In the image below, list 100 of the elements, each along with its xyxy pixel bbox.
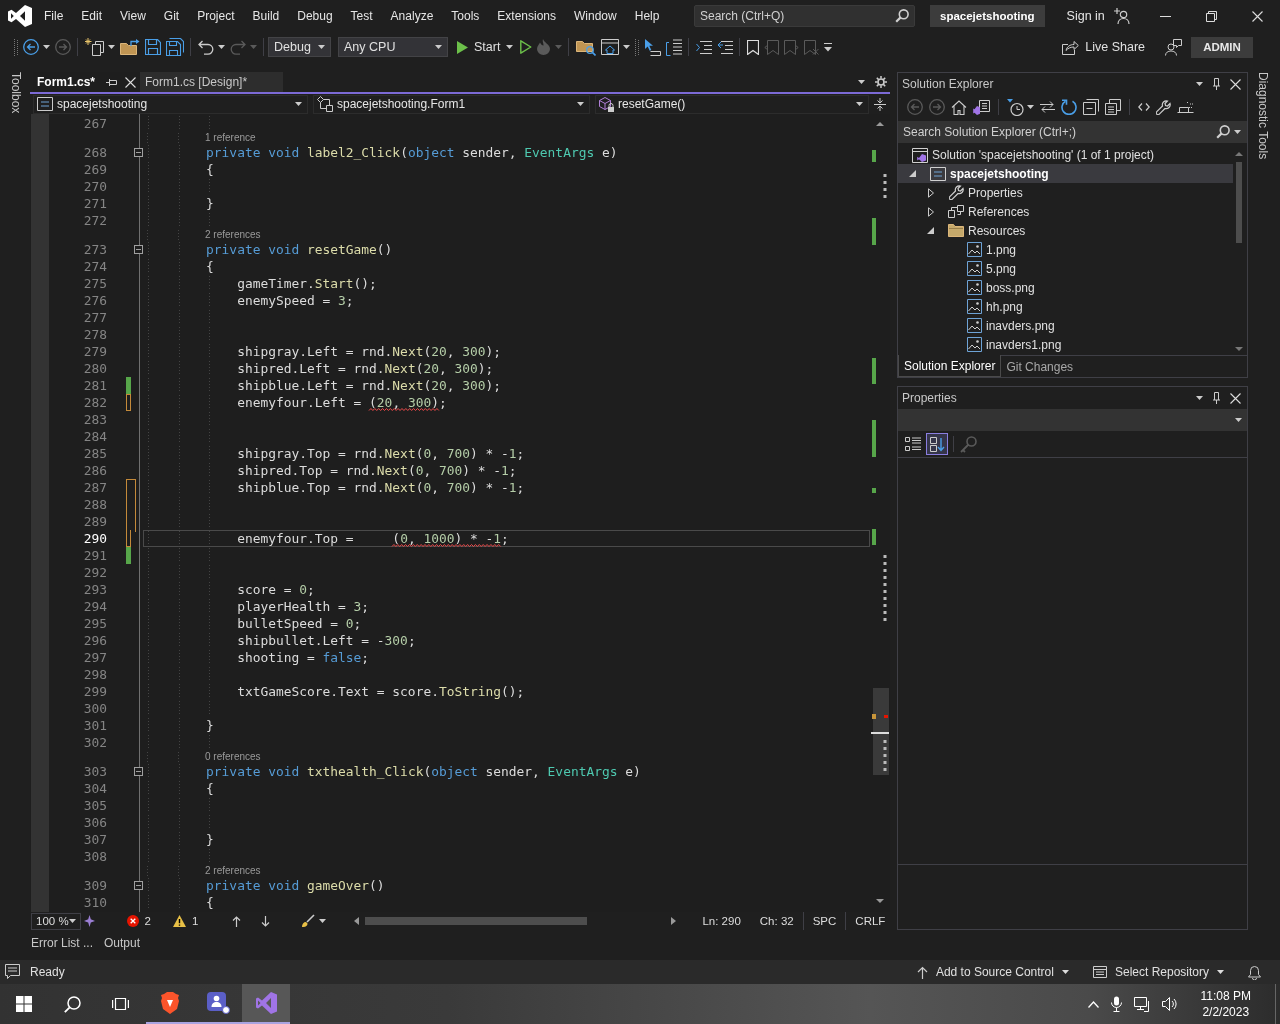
caret-icon[interactable]	[1234, 130, 1241, 134]
side-tab[interactable]: Diagnostic Tools	[1256, 72, 1270, 160]
play-outline-icon[interactable]	[519, 40, 532, 54]
save-icon[interactable]	[144, 39, 161, 55]
menu-item[interactable]: Debug	[288, 5, 342, 27]
dropdown[interactable]: Any CPU	[338, 37, 448, 57]
caret-icon[interactable]	[1217, 970, 1224, 974]
chevron-up-icon[interactable]	[1087, 1000, 1099, 1008]
menu-item[interactable]: Analyze	[381, 5, 443, 27]
window-icon[interactable]	[600, 39, 619, 55]
codelens-link[interactable]: 2 references	[205, 229, 261, 241]
caret-icon[interactable]	[295, 102, 302, 106]
minimize-icon[interactable]	[1159, 15, 1171, 17]
bell-icon[interactable]	[1248, 964, 1261, 980]
menu-item[interactable]: Extensions	[488, 5, 566, 27]
folder-search-icon[interactable]	[575, 38, 596, 56]
menu-item[interactable]: Tools	[442, 5, 489, 27]
search-field[interactable]: Search (Ctrl+Q)	[694, 5, 915, 27]
tree-item[interactable]: Solution 'spacejetshooting' (1 of 1 project)	[898, 145, 1233, 164]
caret-icon[interactable]	[319, 919, 327, 923]
expanded-arrow-icon[interactable]	[909, 170, 916, 177]
code-icon[interactable]	[1138, 103, 1150, 111]
menu-item[interactable]: Git	[154, 5, 189, 27]
close-icon[interactable]	[125, 76, 137, 88]
zoom-dropdown[interactable]: 100 %	[31, 912, 81, 930]
search-field[interactable]: Search Solution Explorer (Ctrl+;)	[898, 121, 1247, 143]
split-icon[interactable]	[874, 97, 886, 111]
bookmark-icon[interactable]	[746, 39, 759, 55]
window-position-caret-icon[interactable]	[1196, 396, 1203, 400]
line-indicator[interactable]: Ln: 290	[702, 915, 741, 927]
side-tab[interactable]: Toolbox	[9, 72, 23, 114]
codelens-link[interactable]: 1 reference	[205, 132, 256, 144]
pin-icon[interactable]	[106, 77, 118, 87]
collapsed-arrow-icon[interactable]	[928, 206, 934, 217]
caret-icon[interactable]	[1235, 418, 1242, 422]
menu-item[interactable]: Edit	[72, 5, 112, 27]
tree-item[interactable]: References	[898, 202, 1233, 221]
window-position-caret-icon[interactable]	[1196, 82, 1203, 86]
settings-icon[interactable]	[875, 76, 887, 88]
warning-count[interactable]: 1	[173, 915, 199, 927]
caret-icon[interactable]	[577, 102, 584, 106]
brush-icon[interactable]	[301, 914, 316, 928]
navigation-dropdown[interactable]: spacejetshooting	[33, 94, 308, 114]
menu-item[interactable]: View	[111, 5, 155, 27]
sparkle-icon[interactable]	[83, 915, 95, 927]
menu-item[interactable]: Build	[243, 5, 289, 27]
tree-item[interactable]: spacejetshooting	[898, 164, 1233, 183]
show-all-files-icon[interactable]	[1105, 99, 1121, 115]
close-icon[interactable]	[1251, 10, 1263, 22]
panel-tab[interactable]: Git Changes	[1001, 356, 1079, 377]
caret-icon[interactable]	[622, 45, 630, 49]
undo-icon[interactable]	[197, 39, 214, 55]
search-icon[interactable]	[63, 995, 81, 1013]
up-arrow-icon[interactable]	[232, 915, 242, 927]
whitespace-indicator[interactable]: SPC	[802, 912, 846, 930]
collapse-icon[interactable]	[134, 245, 143, 254]
feedback-icon[interactable]	[1165, 38, 1182, 56]
list-icon[interactable]	[665, 38, 682, 56]
caret-icon[interactable]	[318, 45, 325, 49]
caret-icon[interactable]	[856, 102, 863, 106]
message-icon[interactable]	[5, 964, 20, 980]
tree-item[interactable]: hh.png	[898, 297, 1233, 316]
tree-item[interactable]: inavders1.png	[898, 335, 1233, 354]
menu-item[interactable]: File	[35, 5, 73, 27]
open-folder-icon[interactable]	[119, 39, 140, 55]
pin-icon[interactable]	[1212, 392, 1221, 404]
grip-icon[interactable]	[13, 38, 18, 56]
collapse-all-icon[interactable]	[1083, 99, 1099, 115]
refresh-icon[interactable]	[1061, 99, 1077, 115]
home-icon[interactable]	[951, 99, 967, 115]
window-stack-icon[interactable]	[111, 996, 129, 1012]
scrollbar-drawing[interactable]	[354, 916, 677, 926]
add-to-source-control-button[interactable]: Add to Source Control	[916, 965, 1069, 979]
sort-button[interactable]	[926, 433, 948, 455]
close-icon[interactable]	[1230, 392, 1241, 404]
pin-icon[interactable]	[1212, 78, 1221, 90]
navigation-dropdown[interactable]: resetGame()	[595, 94, 869, 114]
close-icon[interactable]	[1230, 78, 1241, 90]
caret-icon[interactable]	[435, 45, 442, 49]
restore-icon[interactable]	[1205, 10, 1217, 22]
account-badge[interactable]: ADMIN	[1191, 36, 1253, 58]
tree-item[interactable]: Resources	[898, 221, 1233, 240]
overflow-icon[interactable]	[823, 42, 832, 52]
error-count[interactable]: 2	[126, 915, 151, 927]
navigation-dropdown[interactable]: spacejetshooting.Form1	[313, 94, 590, 114]
sync-arrows-icon[interactable]	[1040, 101, 1055, 113]
line-ending-indicator[interactable]: CRLF	[845, 912, 895, 930]
tree-item[interactable]: Properties	[898, 183, 1233, 202]
start-button[interactable]: Start	[457, 40, 514, 54]
clock-time[interactable]: 11:08 PM	[1200, 988, 1251, 1004]
dropdown[interactable]: Debug	[268, 37, 331, 57]
outdent-icon[interactable]	[716, 40, 733, 54]
down-arrow-icon[interactable]	[261, 915, 271, 927]
caret-icon[interactable]	[1027, 105, 1034, 109]
preview-icon[interactable]	[1177, 101, 1194, 113]
tree-item[interactable]: 5.png	[898, 259, 1233, 278]
speaker-icon[interactable]	[1161, 996, 1177, 1012]
sign-in-button[interactable]: Sign in	[1066, 8, 1130, 24]
live-share-button[interactable]: Live Share	[1062, 39, 1145, 55]
network-icon[interactable]	[1133, 996, 1150, 1012]
